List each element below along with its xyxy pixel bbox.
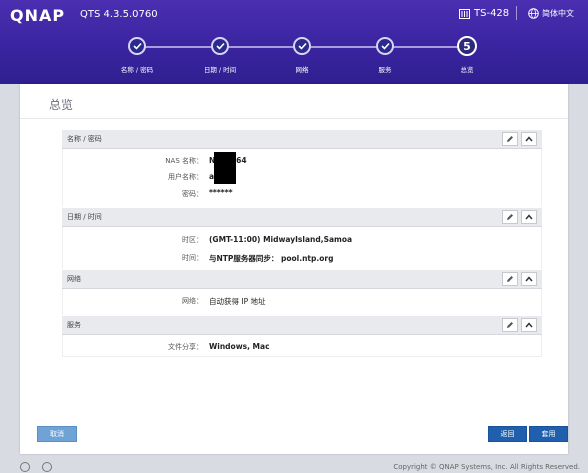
timezone-label: 时区： bbox=[182, 236, 203, 244]
section-body-date-time: 时区： (GMT-11:00) MidwayIsland,Samoa 时间： 与… bbox=[62, 227, 542, 269]
step-label-summary: 总览 bbox=[460, 66, 474, 74]
copyright-text: Copyright © QNAP Systems, Inc. All Right… bbox=[393, 463, 580, 471]
pencil-icon bbox=[507, 276, 513, 282]
section-body-services: 文件分享： Windows, Mac bbox=[62, 335, 542, 357]
section-header-date-time: 日期 / 时间 bbox=[62, 208, 542, 227]
file-share-label: 文件分享： bbox=[168, 343, 203, 351]
section-header-name-password: 名称 / 密码 bbox=[62, 130, 542, 149]
step-label-network: 网络 bbox=[295, 66, 309, 74]
collapse-button[interactable] bbox=[521, 318, 537, 332]
header-bar: QNAP QTS 4.3.5.0760 TS-428 简体中文 5 名称 / 密… bbox=[0, 0, 588, 84]
step-label-name-password: 名称 / 密码 bbox=[120, 66, 154, 74]
qts-version: QTS 4.3.5.0760 bbox=[80, 9, 158, 20]
edit-button[interactable] bbox=[502, 272, 518, 286]
edit-button[interactable] bbox=[502, 210, 518, 224]
collapse-button[interactable] bbox=[521, 132, 537, 146]
page-title: 总览 bbox=[49, 98, 74, 112]
language-selector[interactable]: 简体中文 bbox=[528, 8, 574, 19]
title-divider bbox=[20, 118, 568, 119]
check-icon bbox=[215, 42, 225, 50]
section-title: 网络 bbox=[67, 275, 81, 283]
timezone-value: (GMT-11:00) MidwayIsland,Samoa bbox=[209, 235, 353, 244]
header-divider bbox=[516, 6, 517, 20]
check-icon bbox=[380, 42, 390, 50]
collapse-button[interactable] bbox=[521, 272, 537, 286]
pencil-icon bbox=[507, 136, 513, 142]
section-title: 日期 / 时间 bbox=[67, 213, 102, 221]
section-title: 名称 / 密码 bbox=[67, 135, 102, 143]
section-header-services: 服务 bbox=[62, 316, 542, 335]
network-value: 自动获得 IP 地址 bbox=[209, 297, 266, 306]
redaction-block bbox=[214, 152, 236, 184]
section-body-name-password: NAS 名称： N 2464 用户名称： a 密码： ****** bbox=[62, 149, 542, 207]
pencil-icon bbox=[507, 322, 513, 328]
apply-button[interactable]: 套用 bbox=[529, 426, 568, 442]
step-2 bbox=[211, 37, 229, 55]
model-label: TS-428 bbox=[459, 8, 509, 19]
qnap-logo: QNAP bbox=[10, 6, 66, 25]
nas-name-label: NAS 名称： bbox=[165, 157, 203, 165]
chevron-up-icon bbox=[525, 136, 533, 142]
check-icon bbox=[297, 42, 307, 50]
time-label: 时间： bbox=[182, 254, 203, 262]
language-label: 简体中文 bbox=[542, 9, 574, 18]
chevron-up-icon bbox=[525, 322, 533, 328]
step-1 bbox=[128, 37, 146, 55]
collapse-button[interactable] bbox=[521, 210, 537, 224]
step-4 bbox=[376, 37, 394, 55]
back-button[interactable]: 返回 bbox=[488, 426, 527, 442]
password-label: 密码： bbox=[182, 190, 203, 198]
time-value: 与NTP服务器同步： pool.ntp.org bbox=[209, 254, 334, 263]
check-icon bbox=[132, 42, 142, 50]
user-name-label: 用户名称： bbox=[168, 173, 203, 181]
step-label-services: 服务 bbox=[378, 66, 392, 74]
summary-panel: 总览 名称 / 密码 NAS 名称： N 2464 用户名称： a 密码： **… bbox=[20, 84, 568, 454]
pencil-icon bbox=[507, 214, 513, 220]
cancel-button[interactable]: 取消 bbox=[37, 426, 77, 442]
model-name: TS-428 bbox=[474, 8, 510, 19]
settings-icon[interactable] bbox=[20, 462, 30, 472]
section-body-network: 网络： 自动获得 IP 地址 bbox=[62, 289, 542, 315]
nas-device-icon bbox=[459, 8, 470, 19]
file-share-value: Windows, Mac bbox=[209, 342, 270, 351]
section-header-network: 网络 bbox=[62, 270, 542, 289]
step-3 bbox=[293, 37, 311, 55]
info-icon[interactable] bbox=[42, 462, 52, 472]
step-label-date-time: 日期 / 时间 bbox=[203, 66, 237, 74]
chevron-up-icon bbox=[525, 276, 533, 282]
password-value: ****** bbox=[209, 188, 233, 197]
step-5: 5 bbox=[457, 36, 477, 56]
globe-icon bbox=[528, 8, 539, 19]
edit-button[interactable] bbox=[502, 318, 518, 332]
section-title: 服务 bbox=[67, 321, 81, 329]
network-label: 网络： bbox=[182, 297, 203, 305]
edit-button[interactable] bbox=[502, 132, 518, 146]
chevron-up-icon bbox=[525, 214, 533, 220]
